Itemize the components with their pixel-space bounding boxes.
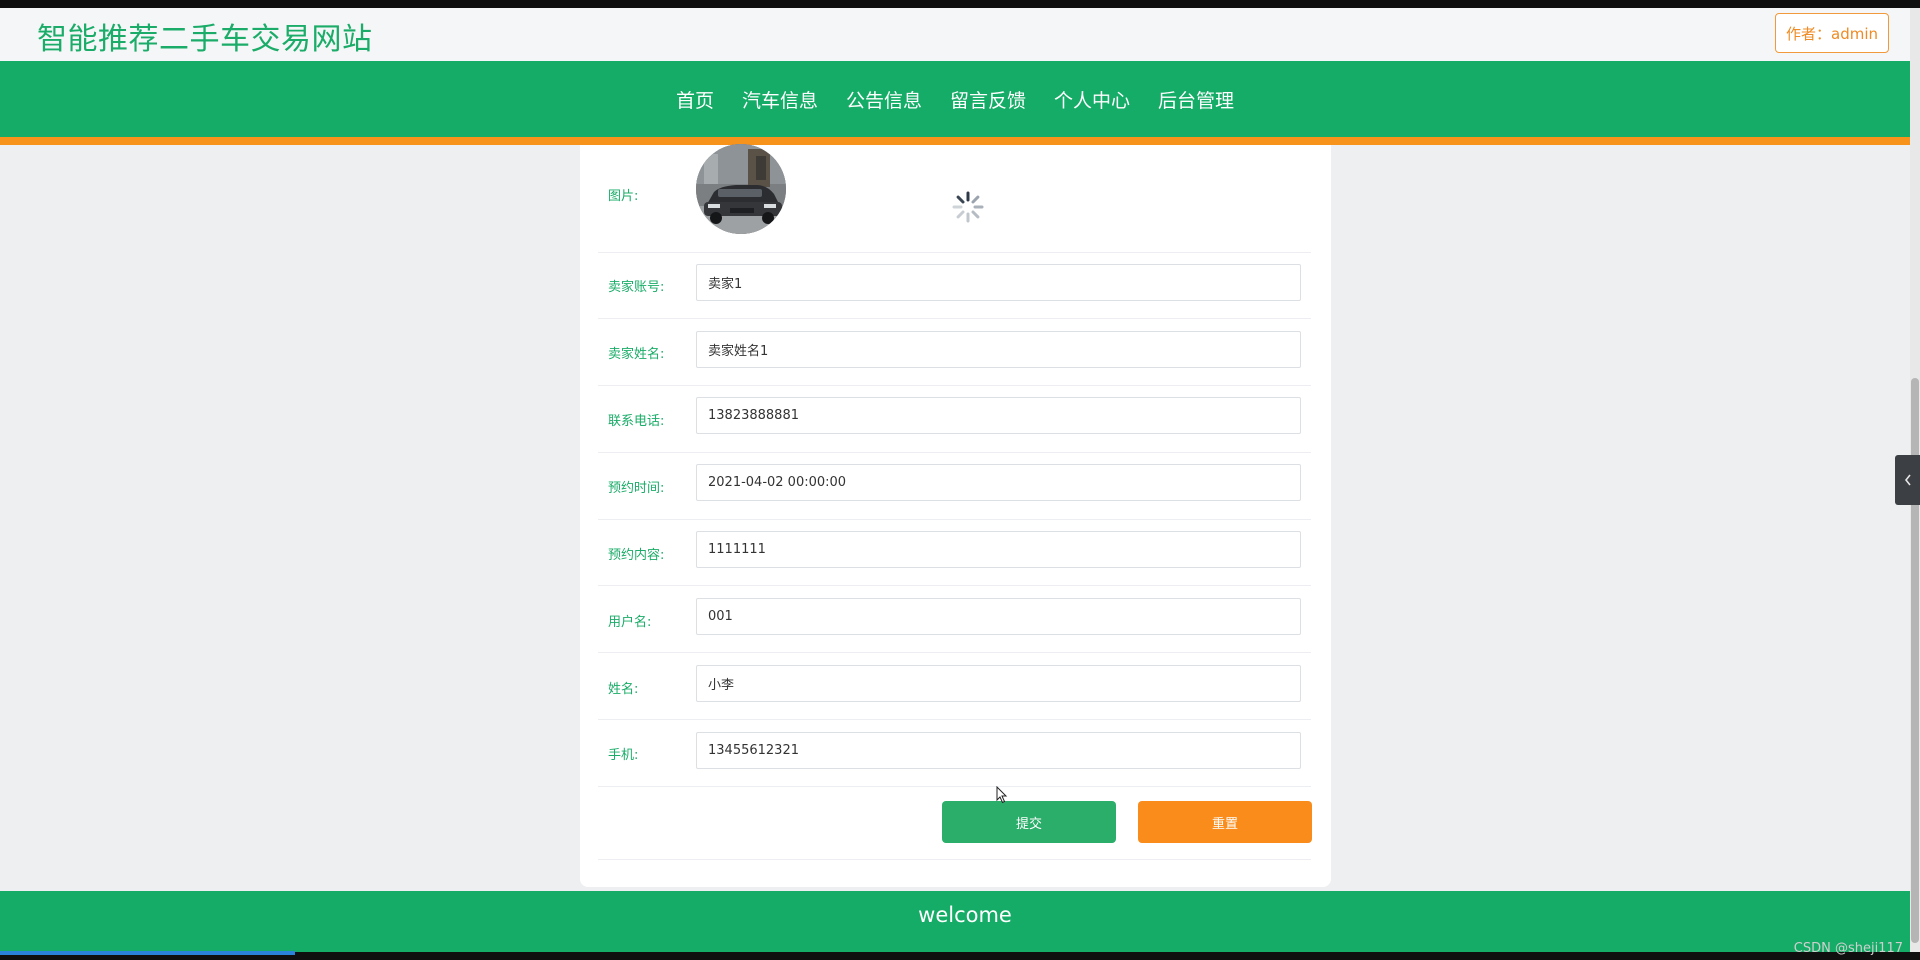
seller-account-label: 卖家账号: bbox=[608, 280, 665, 295]
form-row-seller-account: 卖家账号: bbox=[598, 252, 1311, 319]
seller-account-input[interactable] bbox=[696, 264, 1301, 301]
name-input[interactable] bbox=[696, 665, 1301, 702]
form-row-mobile: 手机: bbox=[598, 719, 1311, 787]
mobile-label: 手机: bbox=[608, 748, 639, 763]
name-label: 姓名: bbox=[608, 682, 639, 697]
mobile-input[interactable] bbox=[696, 732, 1301, 769]
seller-name-label: 卖家姓名: bbox=[608, 347, 665, 362]
nav-item-home[interactable]: 首页 bbox=[662, 86, 728, 113]
main-nav: 首页 汽车信息 公告信息 留言反馈 个人中心 后台管理 bbox=[0, 61, 1910, 137]
appointment-content-input[interactable] bbox=[696, 531, 1301, 568]
footer-text: welcome bbox=[918, 903, 1012, 927]
car-photo-image bbox=[696, 144, 786, 234]
car-photo bbox=[696, 144, 786, 234]
form-row-appointment-content: 预约内容: bbox=[598, 519, 1311, 586]
loading-spinner-icon bbox=[952, 191, 984, 223]
nav-item-cars[interactable]: 汽车信息 bbox=[728, 86, 832, 113]
site-title: 智能推荐二手车交易网站 bbox=[37, 22, 373, 57]
form-row-appointment-time: 预约时间: bbox=[598, 452, 1311, 520]
form-row-contact-phone: 联系电话: bbox=[598, 385, 1311, 453]
author-badge[interactable]: 作者：admin bbox=[1775, 13, 1889, 53]
contact-phone-input[interactable] bbox=[696, 397, 1301, 434]
contact-phone-label: 联系电话: bbox=[608, 414, 665, 429]
nav-item-notices[interactable]: 公告信息 bbox=[832, 86, 936, 113]
username-label: 用户名: bbox=[608, 615, 652, 630]
mouse-cursor-icon bbox=[996, 786, 1008, 804]
reset-button[interactable]: 重置 bbox=[1138, 801, 1312, 843]
top-bar: 智能推荐二手车交易网站 作者：admin bbox=[0, 8, 1910, 61]
nav-item-feedback[interactable]: 留言反馈 bbox=[936, 86, 1040, 113]
submit-button[interactable]: 提交 bbox=[942, 801, 1116, 843]
form-row-actions: 提交 重置 bbox=[598, 786, 1312, 860]
watermark: CSDN @sheji117 bbox=[1793, 941, 1903, 956]
form-row-seller-name: 卖家姓名: bbox=[598, 318, 1311, 386]
appointment-time-label: 预约时间: bbox=[608, 481, 665, 496]
form-row-name: 姓名: bbox=[598, 652, 1311, 720]
seller-name-input[interactable] bbox=[696, 331, 1301, 368]
screen: 智能推荐二手车交易网站 作者：admin 首页 汽车信息 公告信息 留言反馈 个… bbox=[0, 0, 1920, 960]
browser-viewport: 智能推荐二手车交易网站 作者：admin 首页 汽车信息 公告信息 留言反馈 个… bbox=[0, 8, 1910, 952]
appointment-time-input[interactable] bbox=[696, 464, 1301, 501]
nav-accent-stripe bbox=[0, 137, 1910, 145]
appointment-content-label: 预约内容: bbox=[608, 548, 665, 563]
nav-items: 首页 汽车信息 公告信息 留言反馈 个人中心 后台管理 bbox=[0, 61, 1910, 137]
nav-item-admin[interactable]: 后台管理 bbox=[1144, 86, 1248, 113]
reservation-form-card: 图片: 卖家账号: 卖家1 卖家姓名: 卖家姓名1 联系电话: 13823888… bbox=[580, 144, 1331, 887]
footer: welcome bbox=[0, 891, 1910, 952]
nav-item-profile[interactable]: 个人中心 bbox=[1040, 86, 1144, 113]
side-panel-toggle[interactable] bbox=[1895, 455, 1920, 505]
form-row-image: 图片: bbox=[598, 144, 1311, 253]
load-progress-bar bbox=[0, 951, 295, 955]
username-input[interactable] bbox=[696, 598, 1301, 635]
chevron-left-icon bbox=[1904, 474, 1911, 486]
image-label: 图片: bbox=[608, 189, 639, 204]
form-row-username: 用户名: bbox=[598, 585, 1311, 653]
